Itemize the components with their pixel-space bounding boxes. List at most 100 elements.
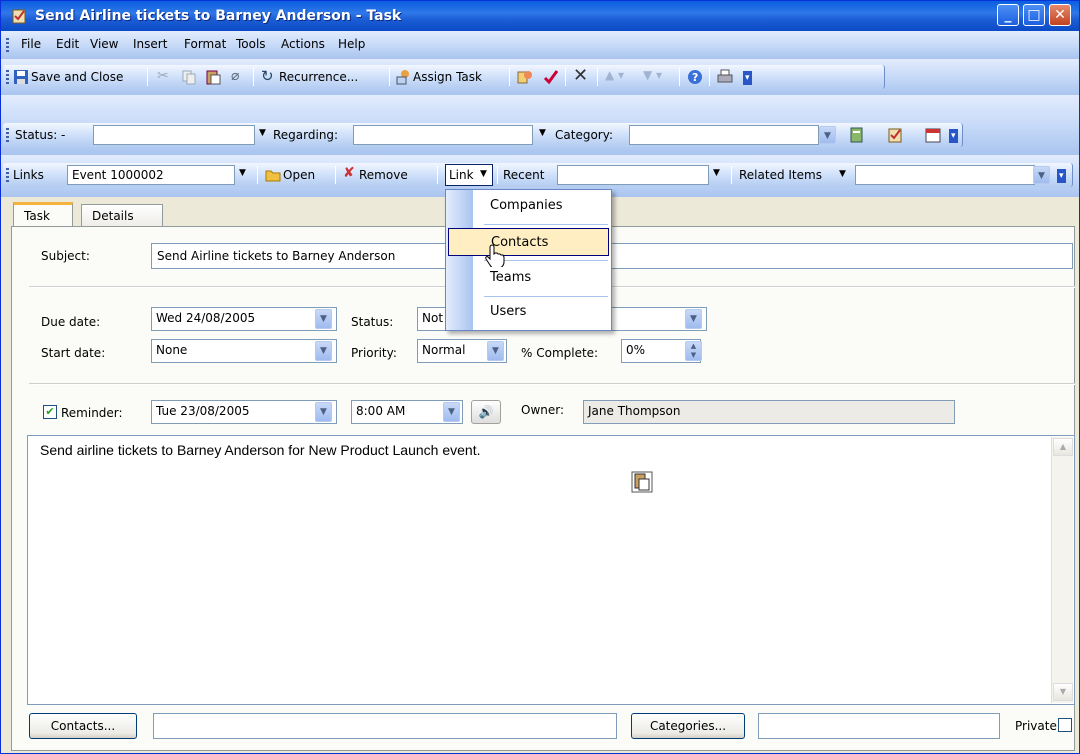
contacts-button[interactable]: Contacts...	[29, 713, 137, 739]
close-button[interactable]: ✕	[1049, 4, 1071, 26]
status-report-icon[interactable]	[517, 69, 533, 85]
reminder-date-field[interactable]: Tue 23/08/2005	[151, 400, 337, 424]
scroll-up-button[interactable]: ▲	[1053, 438, 1073, 456]
notes-body[interactable]: Send airline tickets to Barney Anderson …	[27, 435, 1075, 705]
regarding-select[interactable]	[353, 125, 533, 145]
crm-record-icon[interactable]	[849, 127, 865, 143]
divider	[29, 383, 1075, 385]
percent-spinner[interactable]: ▲ ▼	[685, 341, 702, 361]
save-and-close-button[interactable]: Save and Close	[31, 70, 123, 84]
start-date-value: None	[156, 343, 188, 357]
delete-icon[interactable]: ✕	[573, 65, 588, 86]
category-dropdown-button[interactable]: ▼	[819, 126, 836, 144]
recurrence-button[interactable]: Recurrence...	[279, 70, 358, 84]
help-icon[interactable]: ?	[687, 69, 703, 85]
separator	[497, 166, 498, 184]
task-icon	[12, 9, 26, 24]
remove-button[interactable]: Remove	[359, 168, 408, 182]
toolbar-options-icon[interactable]: ▾	[743, 71, 752, 85]
categories-field[interactable]	[758, 713, 1000, 739]
print-icon[interactable]	[717, 69, 733, 85]
mark-complete-icon[interactable]	[543, 69, 559, 85]
categories-button[interactable]: Categories...	[631, 713, 745, 739]
tab-details-label: Details	[92, 209, 134, 223]
due-date-field[interactable]: Wed 24/08/2005	[151, 307, 337, 331]
start-date-field[interactable]: None	[151, 339, 337, 363]
assign-task-button[interactable]: Assign Task	[413, 70, 482, 84]
task-status-icon[interactable]	[887, 127, 903, 143]
status-form-label: Status:	[351, 315, 394, 329]
reminder-checkbox[interactable]: ✔	[43, 405, 57, 419]
start-date-dropdown[interactable]: ▼	[315, 341, 332, 361]
toolbar-options-icon[interactable]: ▾	[1057, 169, 1066, 183]
toolbar-grip[interactable]	[6, 168, 9, 182]
due-date-dropdown[interactable]: ▼	[315, 309, 332, 329]
menu-item-teams[interactable]: Teams	[448, 264, 609, 292]
toolbar-area-2: Status: - ▼ Regarding: ▼ Category: ▼ ▾	[1, 95, 1079, 155]
private-label: Private	[1015, 719, 1057, 733]
menu-tools[interactable]: Tools	[236, 37, 266, 51]
related-dropdown-button[interactable]: ▼	[1033, 166, 1050, 184]
private-checkbox[interactable]	[1058, 718, 1072, 732]
percent-complete-label: % Complete:	[521, 346, 599, 360]
related-items-button[interactable]: Related Items	[739, 168, 822, 182]
event-value: Event 1000002	[72, 168, 164, 182]
menu-view[interactable]: View	[90, 37, 118, 51]
priority-dropdown[interactable]: ▼	[487, 341, 504, 361]
chevron-down-icon: ▼	[839, 169, 846, 179]
category-select[interactable]	[629, 125, 819, 145]
menu-grip[interactable]	[6, 38, 9, 52]
menu-item-contacts[interactable]: Contacts	[448, 228, 609, 256]
owner-field[interactable]: Jane Thompson	[583, 400, 955, 424]
menu-help[interactable]: Help	[338, 37, 365, 51]
reminder-date-dropdown[interactable]: ▼	[315, 402, 332, 422]
event-select[interactable]: Event 1000002	[67, 165, 235, 185]
chevron-down-icon[interactable]: ▼	[259, 128, 266, 138]
status-select[interactable]	[93, 125, 255, 145]
links-label: Links	[13, 168, 44, 182]
chevron-down-icon[interactable]: ▼	[713, 168, 720, 178]
menu-file[interactable]: File	[21, 37, 41, 51]
reminder-sound-button[interactable]: 🔊	[471, 400, 501, 424]
menu-item-companies[interactable]: Companies	[448, 192, 609, 220]
separator	[709, 68, 710, 86]
toolbar-grip[interactable]	[6, 70, 9, 84]
link-menu-button[interactable]: Link ▼	[445, 164, 493, 186]
next-item-icon[interactable]: ▼ ▾	[643, 68, 662, 82]
paste-icon[interactable]	[205, 69, 221, 85]
tab-details[interactable]: Details	[81, 204, 163, 228]
menu-actions[interactable]: Actions	[281, 37, 325, 51]
toolbar-grip[interactable]	[6, 128, 9, 142]
tab-task[interactable]: Task	[13, 202, 73, 226]
open-button[interactable]: Open	[283, 168, 315, 182]
previous-item-icon[interactable]: ▲ ▾	[605, 68, 624, 82]
menu-insert[interactable]: Insert	[133, 37, 167, 51]
assign-task-icon	[396, 70, 409, 85]
calendar-icon[interactable]	[925, 127, 941, 143]
status-dropdown[interactable]: ▼	[685, 309, 702, 329]
chevron-down-icon[interactable]: ▼	[239, 168, 246, 178]
subject-field[interactable]: Send Airline tickets to Barney Anderson	[151, 243, 1073, 269]
subject-label: Subject:	[41, 249, 90, 263]
attach-icon[interactable]: ⌀	[231, 68, 239, 84]
scroll-down-button[interactable]: ▼	[1053, 683, 1073, 701]
recent-select[interactable]	[557, 165, 709, 185]
menu-item-companies-label: Companies	[490, 198, 563, 213]
menu-item-users[interactable]: Users	[448, 298, 609, 326]
copy-icon[interactable]	[181, 69, 197, 85]
minimize-button[interactable]: _	[997, 4, 1019, 26]
cut-icon[interactable]: ✂	[157, 68, 169, 84]
notes-scrollbar[interactable]: ▲ ▼	[1051, 437, 1073, 703]
reminder-time-dropdown[interactable]: ▼	[443, 402, 460, 422]
menu-edit[interactable]: Edit	[56, 37, 79, 51]
contacts-field[interactable]	[153, 713, 617, 739]
menu-format[interactable]: Format	[184, 37, 226, 51]
paste-options-icon[interactable]	[631, 471, 653, 493]
maximize-button[interactable]: □	[1023, 4, 1045, 26]
toolbar-options-icon[interactable]: ▾	[949, 129, 958, 143]
chevron-down-icon[interactable]: ▼	[539, 128, 546, 138]
link-label: Link	[449, 168, 474, 182]
link-dropdown-menu: Companies Contacts Teams Users	[445, 189, 612, 331]
related-items-select[interactable]	[855, 165, 1035, 185]
title-bar[interactable]: Send Airline tickets to Barney Anderson …	[1, 1, 1079, 31]
